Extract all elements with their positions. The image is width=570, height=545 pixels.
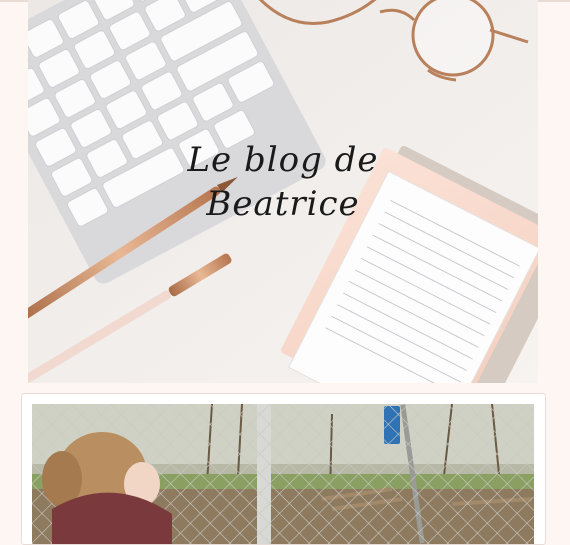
post-image[interactable] <box>32 404 534 544</box>
post-card[interactable] <box>21 393 546 545</box>
woman-fence-photo <box>32 404 534 544</box>
blog-title-line1: Le blog de <box>187 140 379 180</box>
blog-title[interactable]: Le blog de Beatrice <box>28 138 538 226</box>
header-banner[interactable]: Le blog de Beatrice <box>28 0 538 383</box>
blog-title-line2: Beatrice <box>206 184 360 224</box>
